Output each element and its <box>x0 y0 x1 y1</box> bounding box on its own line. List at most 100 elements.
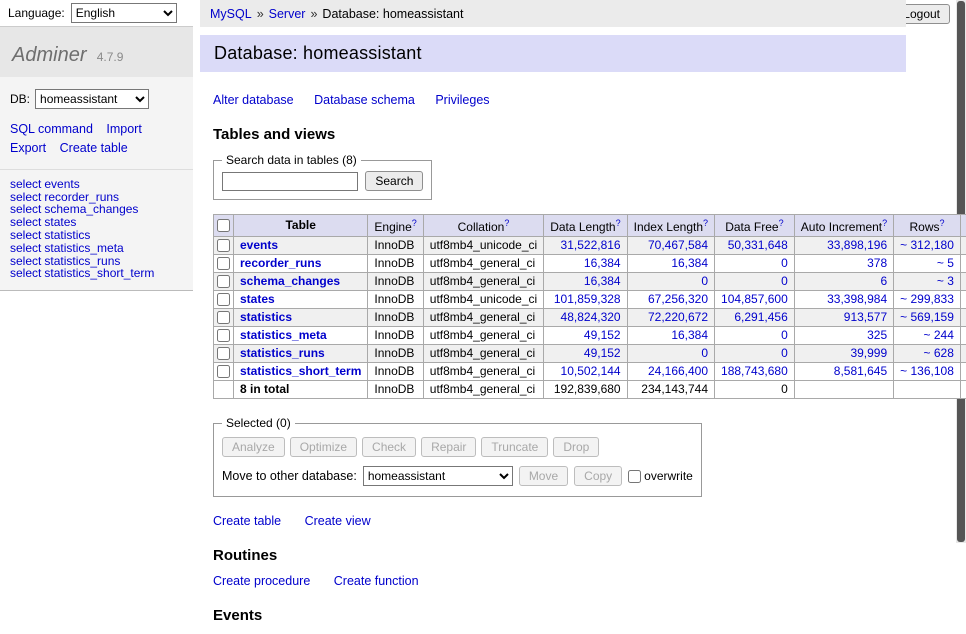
auto-increment-link[interactable]: 39,999 <box>850 346 887 360</box>
select-data-link[interactable]: select <box>10 177 41 191</box>
check-all-checkbox[interactable] <box>217 219 230 232</box>
sidebar-link-export[interactable]: Export <box>10 141 46 155</box>
db-select[interactable]: homeassistant <box>35 89 149 109</box>
overwrite-checkbox[interactable] <box>628 470 641 483</box>
data-free-link[interactable]: 104,857,600 <box>721 292 788 306</box>
auto-increment-link[interactable]: 913,577 <box>844 310 887 324</box>
index-length-link[interactable]: 0 <box>701 346 708 360</box>
select-data-link[interactable]: select <box>10 266 41 280</box>
alter-database-link[interactable]: Alter database <box>213 93 294 107</box>
rows-link[interactable]: ~ 312,180 <box>900 238 954 252</box>
data-length-link[interactable]: 49,152 <box>584 328 621 342</box>
breadcrumb-link-server[interactable]: Server <box>269 7 306 21</box>
rows-link[interactable]: ~ 299,833 <box>900 292 954 306</box>
data-length-link[interactable]: 16,384 <box>584 274 621 288</box>
data-free-link[interactable]: 0 <box>781 346 788 360</box>
auto-increment-link[interactable]: 6 <box>880 274 887 288</box>
index-length-link[interactable]: 70,467,584 <box>648 238 708 252</box>
rows-link[interactable]: ~ 136,108 <box>900 364 954 378</box>
optimize-button[interactable]: Optimize <box>290 437 357 457</box>
row-checkbox[interactable] <box>217 293 230 306</box>
drop-button[interactable]: Drop <box>553 437 599 457</box>
rows-link[interactable]: ~ 3 <box>937 274 954 288</box>
data-free-link[interactable]: 0 <box>781 328 788 342</box>
row-checkbox[interactable] <box>217 365 230 378</box>
search-input[interactable] <box>222 172 358 191</box>
help-link[interactable]: ? <box>882 218 887 228</box>
row-checkbox[interactable] <box>217 257 230 270</box>
index-length-link[interactable]: 0 <box>701 274 708 288</box>
index-length-link[interactable]: 16,384 <box>671 328 708 342</box>
rows-link[interactable]: ~ 5 <box>937 256 954 270</box>
table-name-link[interactable]: recorder_runs <box>240 256 321 270</box>
repair-button[interactable]: Repair <box>421 437 476 457</box>
language-select[interactable]: English <box>71 3 177 23</box>
auto-increment-link[interactable]: 33,398,984 <box>827 292 887 306</box>
sidebar-link-import[interactable]: Import <box>106 122 141 136</box>
row-checkbox[interactable] <box>217 275 230 288</box>
auto-increment-link[interactable]: 33,898,196 <box>827 238 887 252</box>
data-length-link[interactable]: 48,824,320 <box>561 310 621 324</box>
data-free-link[interactable]: 188,743,680 <box>721 364 788 378</box>
move-db-select[interactable]: homeassistant <box>363 466 513 486</box>
create-procedure-link[interactable]: Create procedure <box>213 574 310 588</box>
rows-link[interactable]: ~ 244 <box>924 328 954 342</box>
help-link[interactable]: ? <box>940 218 945 228</box>
auto-increment-link[interactable]: 8,581,645 <box>834 364 887 378</box>
row-checkbox[interactable] <box>217 329 230 342</box>
sidebar-link-create-table[interactable]: Create table <box>60 141 128 155</box>
table-structure-link[interactable]: statistics_meta <box>44 241 123 255</box>
database-schema-link[interactable]: Database schema <box>314 93 415 107</box>
data-length-link[interactable]: 31,522,816 <box>561 238 621 252</box>
breadcrumb-link-mysql[interactable]: MySQL <box>210 7 252 21</box>
select-data-link[interactable]: select <box>10 228 41 242</box>
row-checkbox[interactable] <box>217 347 230 360</box>
index-length-link[interactable]: 67,256,320 <box>648 292 708 306</box>
row-checkbox[interactable] <box>217 239 230 252</box>
search-button[interactable]: Search <box>365 171 423 191</box>
table-name-link[interactable]: schema_changes <box>240 274 340 288</box>
help-link[interactable]: ? <box>703 218 708 228</box>
privileges-link[interactable]: Privileges <box>435 93 489 107</box>
comment-cell <box>960 291 966 309</box>
auto-increment-link[interactable]: 378 <box>867 256 887 270</box>
table-structure-link[interactable]: statistics_short_term <box>44 266 154 280</box>
data-length-link[interactable]: 10,502,144 <box>561 364 621 378</box>
check-button[interactable]: Check <box>362 437 416 457</box>
select-data-link[interactable]: select <box>10 241 41 255</box>
help-link[interactable]: ? <box>504 218 509 228</box>
help-link[interactable]: ? <box>412 218 417 228</box>
data-free-link[interactable]: 0 <box>781 274 788 288</box>
rows-link[interactable]: ~ 628 <box>924 346 954 360</box>
sidebar-link-sql-command[interactable]: SQL command <box>10 122 93 136</box>
rows-link[interactable]: ~ 569,159 <box>900 310 954 324</box>
index-length-link[interactable]: 16,384 <box>671 256 708 270</box>
row-checkbox[interactable] <box>217 311 230 324</box>
table-name-link[interactable]: statistics_short_term <box>240 364 361 378</box>
copy-button[interactable]: Copy <box>574 466 622 486</box>
index-length-link[interactable]: 24,166,400 <box>648 364 708 378</box>
create-view-link[interactable]: Create view <box>305 514 371 528</box>
create-table-link[interactable]: Create table <box>213 514 281 528</box>
auto-increment-link[interactable]: 325 <box>867 328 887 342</box>
data-length-link[interactable]: 101,859,328 <box>554 292 621 306</box>
data-free-link[interactable]: 50,331,648 <box>728 238 788 252</box>
help-link[interactable]: ? <box>779 218 784 228</box>
truncate-button[interactable]: Truncate <box>481 437 548 457</box>
data-free-link[interactable]: 0 <box>781 256 788 270</box>
table-name-link[interactable]: events <box>240 238 278 252</box>
table-structure-link[interactable]: statistics <box>44 228 90 242</box>
analyze-button[interactable]: Analyze <box>222 437 285 457</box>
index-length-link[interactable]: 72,220,672 <box>648 310 708 324</box>
data-length-link[interactable]: 16,384 <box>584 256 621 270</box>
table-name-link[interactable]: states <box>240 292 275 306</box>
move-button[interactable]: Move <box>519 466 568 486</box>
help-link[interactable]: ? <box>616 218 621 228</box>
table-name-link[interactable]: statistics <box>240 310 292 324</box>
table-structure-link[interactable]: events <box>44 177 79 191</box>
data-free-link[interactable]: 6,291,456 <box>734 310 787 324</box>
data-length-link[interactable]: 49,152 <box>584 346 621 360</box>
table-name-link[interactable]: statistics_meta <box>240 328 327 342</box>
create-function-link[interactable]: Create function <box>334 574 419 588</box>
table-name-link[interactable]: statistics_runs <box>240 346 325 360</box>
